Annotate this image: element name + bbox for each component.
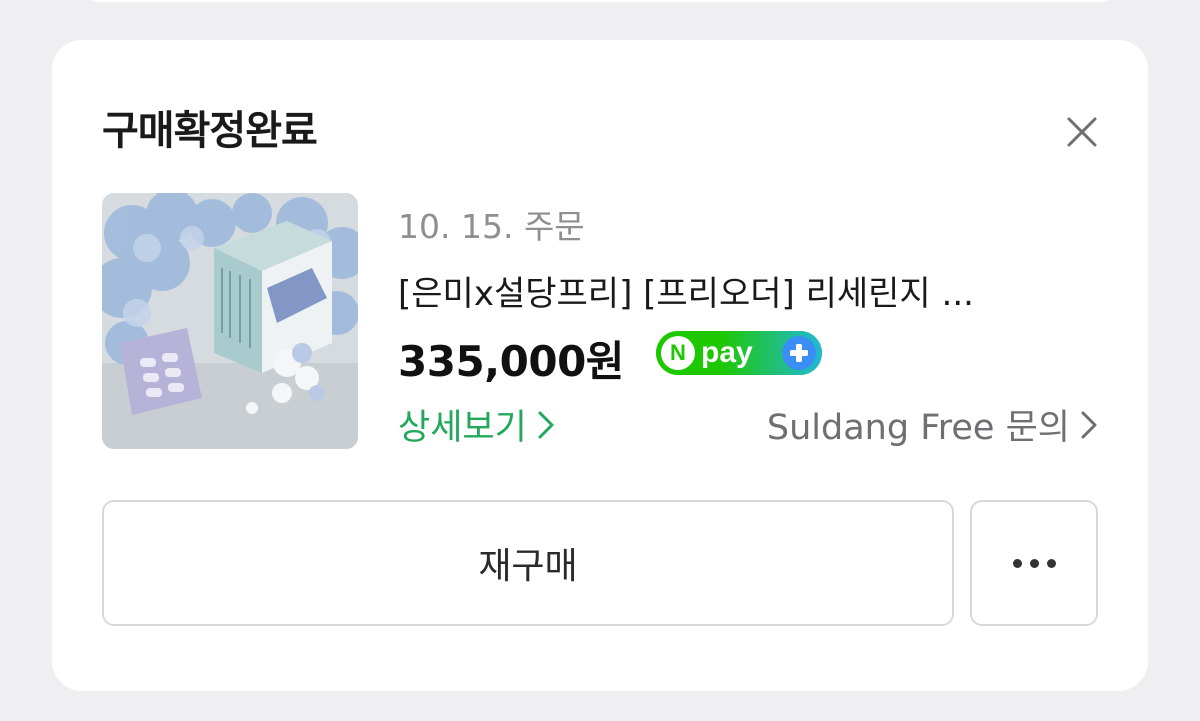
rebuy-label: 재구매 [478,546,578,587]
close-icon[interactable] [1060,110,1104,154]
product-price: 335,000원 [398,337,624,386]
seller-inquiry-link[interactable]: Suldang Free 문의 [767,399,1098,450]
chevron-right-icon [1081,411,1097,438]
more-horizontal-icon [1012,558,1022,568]
view-details-link[interactable]: 상세보기 [398,399,555,450]
npay-label: pay [701,336,753,369]
previous-card-edge [78,0,1122,2]
plus-icon [782,336,816,370]
npay-n-icon: N [661,336,695,370]
product-thumbnail[interactable] [102,193,358,449]
more-horizontal-icon-dot [1029,558,1039,568]
more-horizontal-icon-dot [1046,558,1056,568]
npay-plus-badge: N pay [656,331,822,375]
order-card: 구매확정완료 10. 15. 주문 [은미x설당프리] [프리오더] 리세린지 … [52,40,1148,691]
card-title: 구매확정완료 [102,108,318,154]
product-name[interactable]: [은미x설당프리] [프리오더] 리세린지 ... [398,266,1078,315]
more-options-button[interactable] [970,500,1098,626]
view-details-label: 상세보기 [398,408,527,448]
seller-inquiry-label: Suldang Free 문의 [766,408,1070,448]
chevron-right-icon [538,411,554,438]
order-date: 10. 15. 주문 [398,207,585,246]
rebuy-button[interactable]: 재구매 [102,500,954,626]
